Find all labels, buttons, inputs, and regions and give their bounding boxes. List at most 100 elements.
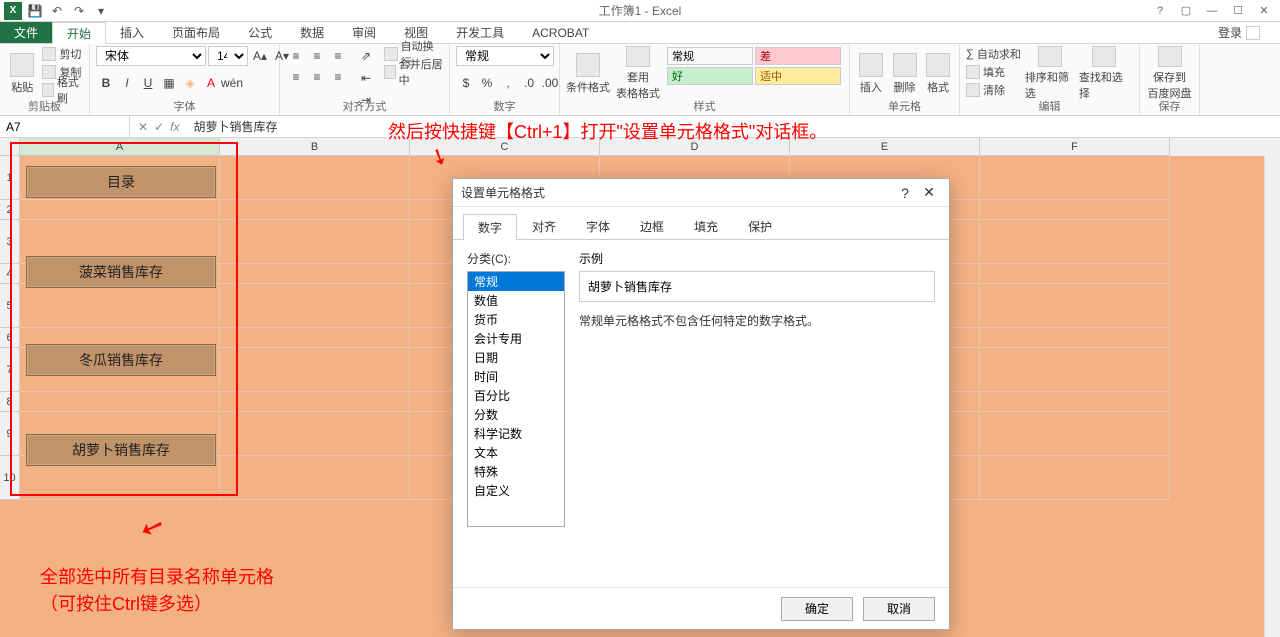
- underline-button[interactable]: U: [138, 73, 158, 93]
- row-header[interactable]: 7: [0, 348, 20, 392]
- style-good[interactable]: 好: [667, 67, 753, 85]
- row-header[interactable]: 6: [0, 328, 20, 348]
- category-item[interactable]: 数值: [468, 291, 564, 310]
- fill-color-button[interactable]: ◈: [180, 73, 200, 93]
- row-header[interactable]: 9: [0, 412, 20, 456]
- dialog-tab-fill[interactable]: 填充: [679, 213, 733, 239]
- ok-button[interactable]: 确定: [781, 597, 853, 621]
- redo-icon[interactable]: ↷: [70, 2, 88, 20]
- help-icon[interactable]: ?: [1148, 2, 1172, 20]
- cell[interactable]: [20, 392, 220, 412]
- indent-dec-icon[interactable]: ⇤: [356, 68, 376, 88]
- maximize-icon[interactable]: ☐: [1226, 2, 1250, 20]
- dec-decimal-icon[interactable]: .00: [540, 73, 560, 93]
- cell[interactable]: [220, 220, 410, 264]
- paste-button[interactable]: 粘贴: [6, 46, 38, 101]
- autosum-button[interactable]: ∑自动求和: [966, 46, 1021, 62]
- col-header-f[interactable]: F: [980, 138, 1170, 156]
- category-item[interactable]: 货币: [468, 310, 564, 329]
- minimize-icon[interactable]: —: [1200, 2, 1224, 20]
- baidu-save-button[interactable]: 保存到 百度网盘: [1146, 46, 1193, 101]
- inc-decimal-icon[interactable]: .0: [519, 73, 539, 93]
- table-format-button[interactable]: 套用 表格格式: [614, 46, 662, 101]
- category-item[interactable]: 百分比: [468, 386, 564, 405]
- font-color-button[interactable]: A: [201, 73, 221, 93]
- category-item[interactable]: 特殊: [468, 462, 564, 481]
- bold-button[interactable]: B: [96, 73, 116, 93]
- cell[interactable]: [220, 156, 410, 200]
- cell-styles-gallery[interactable]: 常规 差 好 适中: [666, 46, 842, 86]
- style-normal[interactable]: 常规: [667, 47, 753, 65]
- directory-button-1[interactable]: 目录: [26, 166, 216, 198]
- cell[interactable]: [980, 220, 1170, 264]
- save-icon[interactable]: 💾: [26, 2, 44, 20]
- align-center-icon[interactable]: ≡: [307, 67, 327, 87]
- directory-button-2[interactable]: 菠菜销售库存: [26, 256, 216, 288]
- row-header[interactable]: 1: [0, 156, 20, 200]
- clear-button[interactable]: 清除: [966, 82, 1021, 98]
- tab-layout[interactable]: 页面布局: [158, 22, 234, 43]
- align-middle-icon[interactable]: ≡: [307, 46, 327, 66]
- close-icon[interactable]: ✕: [1252, 2, 1276, 20]
- cell[interactable]: [980, 156, 1170, 200]
- conditional-format-button[interactable]: 条件格式: [566, 46, 610, 101]
- fill-button[interactable]: 填充: [966, 64, 1021, 80]
- phonetic-button[interactable]: wén: [222, 73, 242, 93]
- ribbon-options-icon[interactable]: ▢: [1174, 2, 1198, 20]
- col-header-b[interactable]: B: [220, 138, 410, 156]
- login-link[interactable]: 登录: [1218, 22, 1280, 43]
- category-item[interactable]: 自定义: [468, 481, 564, 500]
- orientation-icon[interactable]: ⇗: [356, 46, 376, 66]
- undo-icon[interactable]: ↶: [48, 2, 66, 20]
- currency-icon[interactable]: $: [456, 73, 476, 93]
- directory-button-3[interactable]: 冬瓜销售库存: [26, 344, 216, 376]
- cell[interactable]: [980, 392, 1170, 412]
- align-bottom-icon[interactable]: ≡: [328, 46, 348, 66]
- dialog-tab-border[interactable]: 边框: [625, 213, 679, 239]
- tab-insert[interactable]: 插入: [106, 22, 158, 43]
- font-name-select[interactable]: 宋体: [96, 46, 206, 66]
- delete-cells-button[interactable]: 删除: [890, 46, 920, 101]
- cell[interactable]: [220, 456, 410, 500]
- vertical-scrollbar[interactable]: [1264, 156, 1280, 637]
- row-header[interactable]: 8: [0, 392, 20, 412]
- category-item[interactable]: 文本: [468, 443, 564, 462]
- insert-cells-button[interactable]: 插入: [856, 46, 886, 101]
- row-header[interactable]: 4: [0, 264, 20, 284]
- fx-icon[interactable]: fx: [170, 120, 179, 134]
- style-neutral[interactable]: 适中: [755, 67, 841, 85]
- category-item[interactable]: 时间: [468, 367, 564, 386]
- cell[interactable]: [980, 284, 1170, 328]
- row-header[interactable]: 3: [0, 220, 20, 264]
- directory-button-4[interactable]: 胡萝卜销售库存: [26, 434, 216, 466]
- row-header[interactable]: 5: [0, 284, 20, 328]
- dialog-help-icon[interactable]: ?: [893, 185, 917, 201]
- merge-button[interactable]: 合并后居中: [384, 64, 443, 80]
- dialog-tab-align[interactable]: 对齐: [517, 213, 571, 239]
- percent-icon[interactable]: %: [477, 73, 497, 93]
- cut-button[interactable]: 剪切: [42, 46, 83, 62]
- sort-filter-button[interactable]: 排序和筛选: [1025, 46, 1075, 101]
- cell[interactable]: [220, 412, 410, 456]
- dialog-tab-protect[interactable]: 保护: [733, 213, 787, 239]
- cell[interactable]: [220, 328, 410, 348]
- select-all-corner[interactable]: [0, 138, 20, 156]
- tab-formulas[interactable]: 公式: [234, 22, 286, 43]
- col-header-a[interactable]: A: [20, 138, 220, 156]
- category-item[interactable]: 常规: [468, 272, 564, 291]
- cell[interactable]: [220, 348, 410, 392]
- cell[interactable]: [980, 200, 1170, 220]
- style-bad[interactable]: 差: [755, 47, 841, 65]
- painter-button[interactable]: 格式刷: [42, 82, 83, 98]
- format-cells-button[interactable]: 格式: [923, 46, 953, 101]
- align-top-icon[interactable]: ≡: [286, 46, 306, 66]
- name-box[interactable]: A7: [0, 116, 130, 137]
- cell[interactable]: [220, 392, 410, 412]
- qat-more-icon[interactable]: ▾: [92, 2, 110, 20]
- tab-file[interactable]: 文件: [0, 22, 52, 43]
- row-header[interactable]: 10: [0, 456, 20, 500]
- italic-button[interactable]: I: [117, 73, 137, 93]
- dialog-close-icon[interactable]: ✕: [917, 184, 941, 201]
- tab-home[interactable]: 开始: [52, 22, 106, 44]
- cell[interactable]: [980, 456, 1170, 500]
